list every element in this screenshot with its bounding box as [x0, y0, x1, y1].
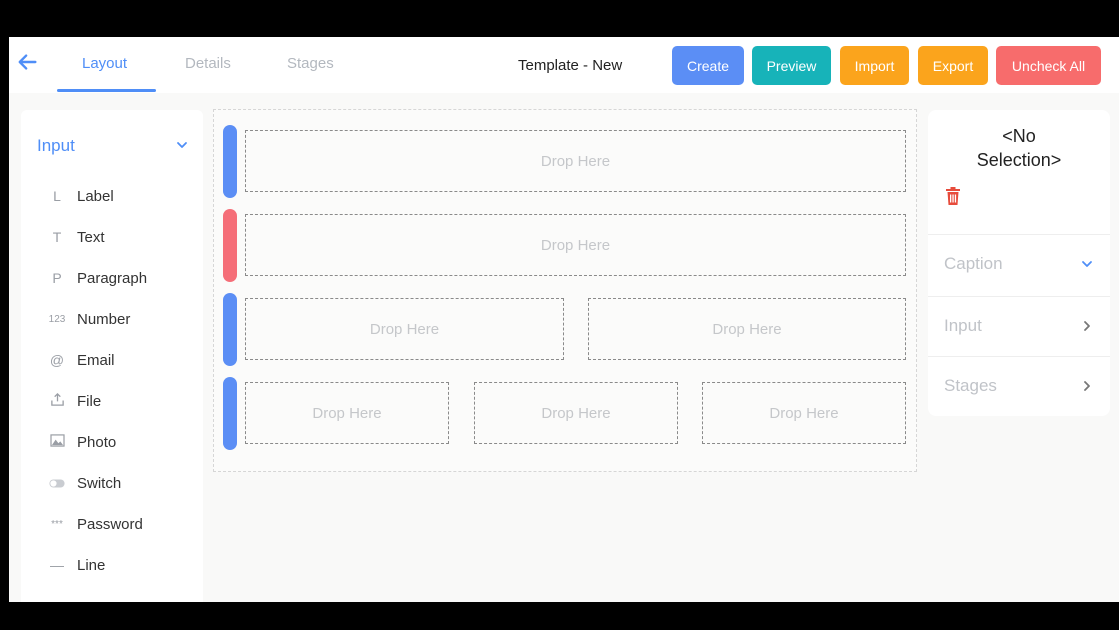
palette-item-name: Switch	[77, 474, 122, 492]
palette-item-email[interactable]: @ Email	[21, 346, 203, 374]
palette-item-name: Paragraph	[77, 269, 148, 287]
tab-details[interactable]: Details	[185, 55, 231, 72]
text-icon: T	[52, 229, 62, 245]
number-icon: 123	[48, 313, 66, 325]
uncheck-all-button[interactable]: Uncheck All	[996, 46, 1101, 85]
drop-zone[interactable]: Drop Here	[245, 214, 906, 276]
properties-panel: <No Selection> Caption Input Stages	[928, 110, 1110, 416]
drop-zone[interactable]: Drop Here	[245, 382, 449, 444]
back-arrow-icon[interactable]	[17, 51, 43, 77]
active-tab-underline	[57, 89, 156, 92]
no-selection-label: <No Selection>	[928, 124, 1110, 172]
tab-stages[interactable]: Stages	[287, 55, 334, 72]
label-icon: L	[53, 188, 61, 204]
palette-item-switch[interactable]: Switch	[21, 469, 203, 497]
palette-item-text[interactable]: T Text	[21, 223, 203, 251]
palette-item-password[interactable]: *** Password	[21, 510, 203, 538]
palette-group-input[interactable]: Input	[37, 136, 75, 156]
palette-item-name: Text	[77, 228, 105, 246]
chevron-right-icon	[1080, 319, 1094, 333]
paragraph-icon: P	[52, 270, 62, 286]
drop-zone[interactable]: Drop Here	[588, 298, 906, 360]
app-window: Layout Details Stages Template - New Cre…	[9, 37, 1119, 602]
component-palette: Input L Label T Text P Paragraph 123 Num…	[21, 110, 203, 602]
row-drag-handle[interactable]	[223, 293, 237, 366]
palette-item-number[interactable]: 123 Number	[21, 305, 203, 333]
palette-item-paragraph[interactable]: P Paragraph	[21, 264, 203, 292]
palette-item-file[interactable]: File	[21, 387, 203, 415]
row-drag-handle[interactable]	[223, 209, 237, 282]
drop-zone[interactable]: Drop Here	[474, 382, 678, 444]
bottom-black-bar	[0, 602, 1119, 630]
tab-layout[interactable]: Layout	[82, 55, 127, 72]
accordion-label: Stages	[944, 376, 997, 395]
palette-item-name: Line	[77, 556, 106, 574]
line-icon: —	[50, 557, 64, 573]
switch-icon	[47, 475, 67, 491]
palette-item-name: Email	[77, 351, 115, 369]
no-selection-line2: Selection>	[976, 150, 1062, 170]
palette-item-photo[interactable]: Photo	[21, 428, 203, 456]
create-button[interactable]: Create	[672, 46, 744, 85]
palette-item-name: Password	[77, 515, 143, 533]
palette-item-label[interactable]: L Label	[21, 182, 203, 210]
palette-item-name: Label	[77, 187, 114, 205]
top-black-bar	[0, 0, 1119, 37]
preview-button[interactable]: Preview	[752, 46, 831, 85]
palette-item-line[interactable]: — Line	[21, 551, 203, 579]
trash-icon[interactable]	[945, 186, 963, 208]
chevron-down-icon	[1080, 257, 1094, 271]
password-icon: ***	[51, 518, 63, 530]
email-icon: @	[49, 352, 65, 368]
header-bar: Layout Details Stages Template - New Cre…	[9, 37, 1119, 93]
drop-zone[interactable]: Drop Here	[245, 298, 564, 360]
chevron-right-icon	[1080, 379, 1094, 393]
chevron-down-icon[interactable]	[175, 138, 189, 152]
export-button[interactable]: Export	[918, 46, 988, 85]
accordion-label: Caption	[944, 254, 1003, 273]
accordion-stages[interactable]: Stages	[928, 356, 1110, 414]
layout-canvas: Drop Here Drop Here Drop Here Drop Here …	[213, 109, 917, 472]
accordion-caption[interactable]: Caption	[928, 234, 1110, 292]
palette-item-name: File	[77, 392, 102, 410]
no-selection-line1: <No	[1002, 126, 1036, 146]
page-title: Template - New	[518, 57, 623, 74]
drop-zone[interactable]: Drop Here	[245, 130, 906, 192]
upload-icon	[47, 392, 67, 410]
accordion-label: Input	[944, 316, 982, 335]
palette-item-name: Number	[77, 310, 131, 328]
accordion-input[interactable]: Input	[928, 296, 1110, 354]
drop-zone[interactable]: Drop Here	[702, 382, 906, 444]
row-drag-handle[interactable]	[223, 125, 237, 198]
import-button[interactable]: Import	[840, 46, 909, 85]
row-drag-handle[interactable]	[223, 377, 237, 450]
palette-item-name: Photo	[77, 433, 117, 451]
photo-icon	[47, 434, 67, 450]
